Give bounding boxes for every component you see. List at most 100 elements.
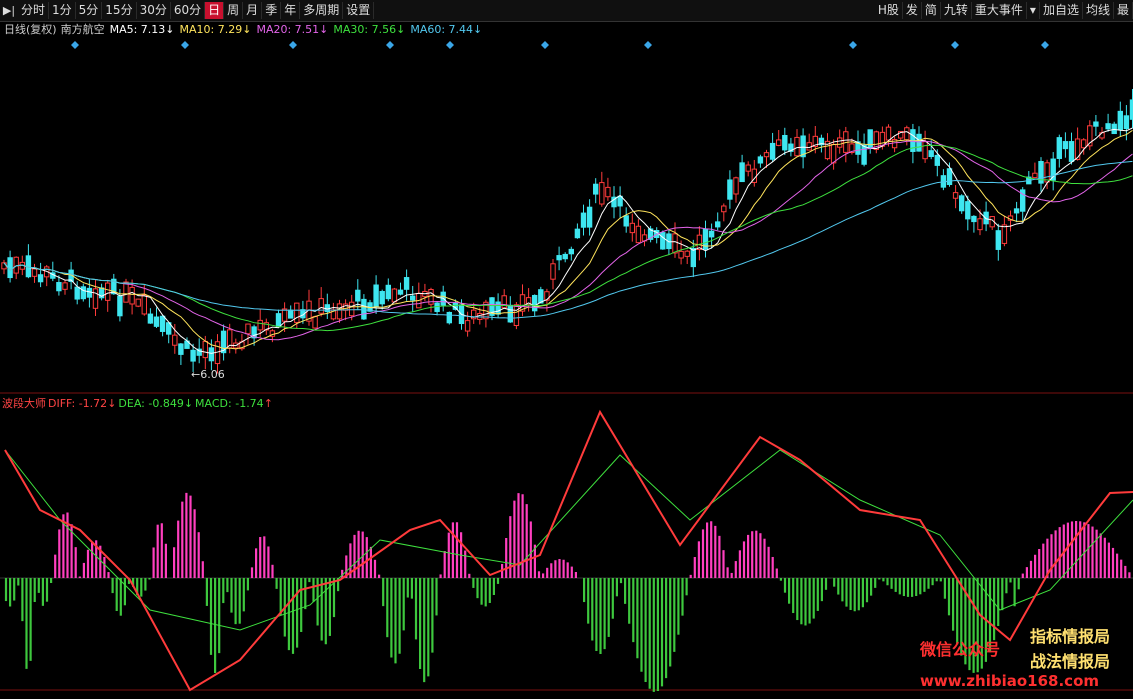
candle-body-156 bbox=[952, 192, 959, 199]
candle-body-95 bbox=[580, 212, 587, 228]
candle-body-62 bbox=[379, 291, 385, 305]
candle-body-12 bbox=[74, 286, 80, 300]
candle-body-84 bbox=[513, 304, 520, 327]
candle-body-153 bbox=[934, 154, 940, 166]
candle-body-19 bbox=[117, 295, 123, 317]
candle-body-61 bbox=[373, 284, 379, 308]
candle-body-179 bbox=[1093, 121, 1099, 127]
candle-body-163 bbox=[995, 230, 1001, 250]
candle-body-17 bbox=[105, 282, 111, 301]
candle-body-5 bbox=[31, 268, 38, 277]
candle-body-51 bbox=[312, 316, 318, 329]
candle-body-47 bbox=[288, 309, 294, 319]
candle-body-29 bbox=[178, 343, 184, 355]
candle-body-164 bbox=[1001, 224, 1008, 244]
candle-body-58 bbox=[355, 289, 361, 302]
low-price-label: ←6.06 bbox=[191, 368, 225, 381]
kline-chart[interactable]: ←6.06 bbox=[0, 0, 1133, 699]
candle-body-122 bbox=[745, 164, 751, 172]
candle-body-171 bbox=[1044, 162, 1050, 183]
candle-body-26 bbox=[159, 315, 166, 332]
candle-body-125 bbox=[763, 152, 770, 158]
watermark-url: www.zhibiao168.com bbox=[920, 672, 1100, 690]
candle-body-97 bbox=[593, 183, 599, 195]
candle-body-158 bbox=[965, 201, 971, 220]
candle-body-173 bbox=[1056, 137, 1062, 159]
candle-body-92 bbox=[562, 253, 568, 260]
candle-body-127 bbox=[776, 139, 782, 146]
candle-body-46 bbox=[281, 308, 288, 322]
candle-body-25 bbox=[153, 316, 160, 327]
candle-body-56 bbox=[342, 303, 349, 311]
candle-body-111 bbox=[678, 250, 684, 259]
candle-body-33 bbox=[202, 340, 209, 359]
candle-body-142 bbox=[867, 129, 873, 149]
candle-body-121 bbox=[739, 162, 745, 183]
candle-body-137 bbox=[837, 137, 843, 148]
dea-line bbox=[4, 449, 1133, 631]
candle-body-81 bbox=[495, 301, 501, 315]
candle-body-183 bbox=[1117, 110, 1123, 131]
candle-body-176 bbox=[1074, 138, 1081, 161]
candle-body-113 bbox=[690, 247, 696, 268]
candle-body-99 bbox=[605, 186, 611, 198]
candle-body-52 bbox=[318, 298, 324, 314]
event-marker-5 bbox=[541, 41, 549, 49]
candle-body-73 bbox=[446, 311, 453, 324]
candle-body-101 bbox=[617, 195, 623, 207]
event-marker-4 bbox=[446, 41, 454, 49]
candle-body-20 bbox=[123, 281, 129, 303]
candle-body-71 bbox=[434, 302, 440, 312]
candle-body-175 bbox=[1068, 141, 1075, 162]
candle-body-87 bbox=[532, 294, 538, 312]
event-marker-6 bbox=[644, 41, 652, 49]
ma-line-5 bbox=[3, 127, 1133, 354]
watermark-line1: 指标情报局 bbox=[1030, 627, 1111, 646]
candle-body-83 bbox=[507, 304, 514, 323]
candle-body-159 bbox=[971, 215, 977, 223]
candle-body-117 bbox=[715, 221, 721, 228]
candle-body-57 bbox=[349, 301, 355, 317]
candle-body-55 bbox=[336, 303, 343, 320]
candle-body-91 bbox=[556, 255, 562, 261]
candle-body-42 bbox=[257, 319, 263, 331]
candle-body-148 bbox=[904, 127, 910, 141]
candle-body-15 bbox=[92, 288, 99, 309]
candle-body-141 bbox=[861, 144, 867, 165]
candle-body-59 bbox=[361, 298, 367, 320]
candle-body-150 bbox=[916, 133, 922, 152]
candle-body-93 bbox=[568, 248, 574, 255]
candle-body-108 bbox=[660, 232, 666, 250]
indicator-name: 波段大师 bbox=[2, 397, 46, 410]
candle-body-132 bbox=[806, 142, 812, 151]
candle-body-157 bbox=[959, 195, 965, 212]
candle-body-181 bbox=[1105, 123, 1111, 130]
candle-body-65 bbox=[397, 289, 404, 295]
candle-body-102 bbox=[623, 215, 629, 227]
watermark-wechat: 微信公众号 bbox=[920, 640, 1001, 659]
event-marker-2 bbox=[289, 41, 297, 49]
candle-body-6 bbox=[37, 274, 44, 283]
candle-body-90 bbox=[550, 263, 556, 280]
candle-body-23 bbox=[141, 294, 148, 315]
candle-body-130 bbox=[794, 136, 800, 157]
candle-body-24 bbox=[147, 313, 154, 324]
candle-body-174 bbox=[1062, 141, 1069, 150]
ma-line-10 bbox=[3, 129, 1133, 350]
event-marker-9 bbox=[1041, 41, 1049, 49]
candle-body-169 bbox=[1032, 172, 1038, 179]
candle-body-136 bbox=[830, 143, 837, 164]
candle-body-76 bbox=[464, 320, 471, 332]
candle-body-21 bbox=[129, 286, 135, 305]
event-marker-7 bbox=[849, 41, 857, 49]
candle-body-152 bbox=[928, 150, 934, 157]
watermark-line2: 战法情报局 bbox=[1030, 652, 1111, 671]
diff-value: DIFF: -1.72↓ bbox=[48, 396, 117, 410]
candle-body-128 bbox=[782, 134, 788, 151]
candle-body-103 bbox=[629, 222, 635, 234]
candle-body-10 bbox=[62, 282, 68, 290]
event-marker-3 bbox=[386, 41, 394, 49]
candle-body-144 bbox=[879, 131, 886, 147]
candle-body-40 bbox=[245, 323, 251, 335]
candle-body-161 bbox=[983, 211, 989, 225]
